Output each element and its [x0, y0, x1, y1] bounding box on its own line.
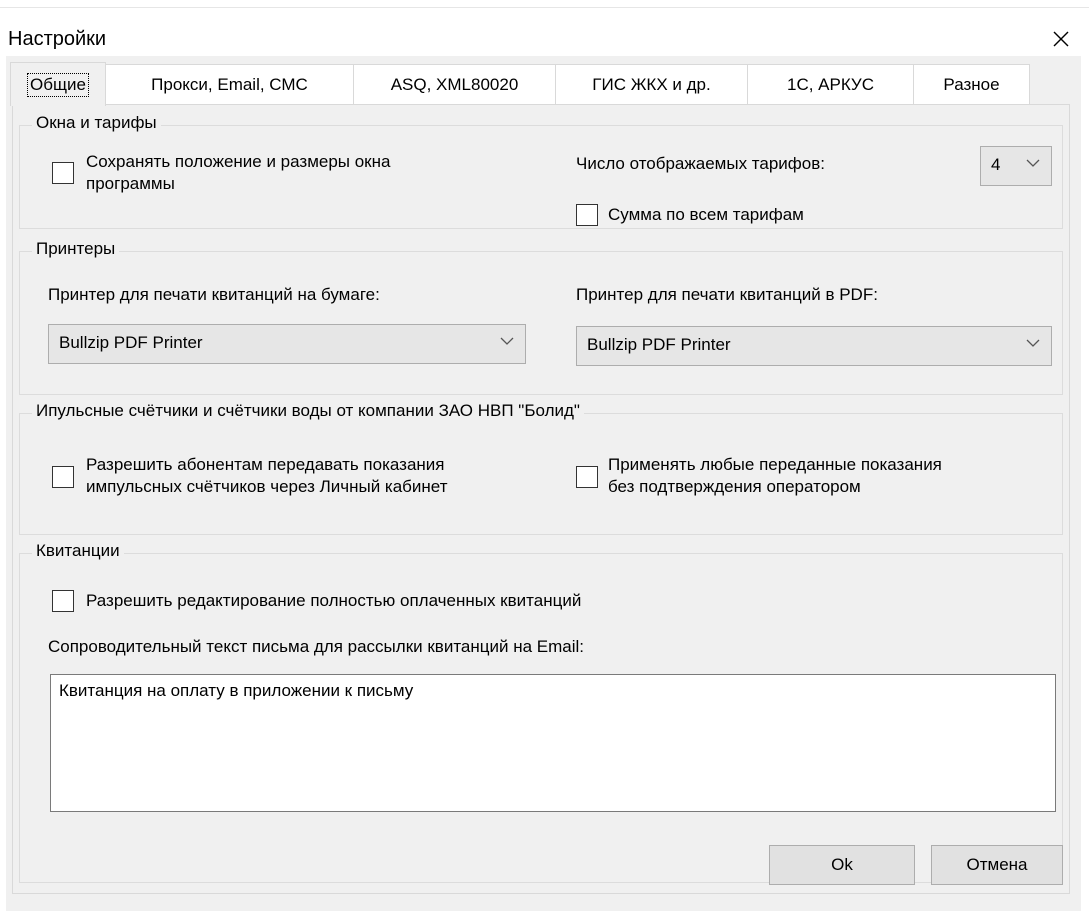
- tab-misc[interactable]: Разное: [914, 64, 1030, 104]
- tab-label: ASQ, XML80020: [390, 74, 519, 94]
- chevron-down-icon: [1026, 159, 1040, 167]
- tab-proxy-email-sms[interactable]: Прокси, Email, СМС: [106, 64, 354, 104]
- cover-text-value: Квитанция на оплату в приложении к письм…: [59, 681, 414, 700]
- tariffs-count-label: Число отображаемых тарифов:: [576, 154, 825, 173]
- tab-panel-general: Окна и тарифы Сохранять положение и разм…: [12, 104, 1070, 894]
- paper-printer-select[interactable]: Bullzip PDF Printer: [48, 324, 526, 364]
- allow-subscribers-label-line1: Разрешить абонентам передавать показания: [86, 455, 445, 474]
- group-receipts: Квитанции Разрешить редактирование полно…: [19, 541, 1063, 883]
- tab-1c-arkus[interactable]: 1С, АРКУС: [748, 64, 914, 104]
- tab-label: Разное: [943, 74, 1000, 94]
- window-title: Настройки: [8, 28, 107, 50]
- cancel-button[interactable]: Отмена: [931, 845, 1063, 885]
- ok-button-label: Ok: [831, 855, 853, 874]
- paper-printer-value: Bullzip PDF Printer: [59, 333, 203, 352]
- tariffs-count-select[interactable]: 4: [980, 146, 1052, 186]
- tab-label: Прокси, Email, СМС: [151, 74, 308, 94]
- edit-paid-receipts-checkbox[interactable]: [52, 590, 74, 612]
- apply-any-readings-label-line1: Применять любые переданные показания: [608, 455, 942, 474]
- pdf-printer-value: Bullzip PDF Printer: [587, 335, 731, 354]
- pdf-printer-label: Принтер для печати квитанций в PDF:: [576, 285, 878, 304]
- save-position-label-line2: программы: [86, 174, 175, 193]
- group-legend: Окна и тарифы: [32, 113, 161, 133]
- pdf-printer-select[interactable]: Bullzip PDF Printer: [576, 326, 1052, 366]
- title-bar: Настройки: [0, 8, 1089, 56]
- apply-any-readings-checkbox[interactable]: [576, 466, 598, 488]
- close-button[interactable]: [1041, 22, 1081, 56]
- tab-label: Общие: [27, 72, 89, 97]
- tab-general[interactable]: Общие: [10, 62, 106, 106]
- dialog-client-area: Общие Прокси, Email, СМС ASQ, XML80020 Г…: [6, 56, 1081, 911]
- apply-any-readings-label-line2: без подтверждения оператором: [608, 477, 861, 496]
- tab-label: ГИС ЖКХ и др.: [592, 74, 711, 94]
- group-legend: Ипульсные счётчики и счётчики воды от ко…: [32, 401, 584, 421]
- cover-text-label: Сопроводительный текст письма для рассыл…: [48, 637, 585, 656]
- cover-text-textarea[interactable]: Квитанция на оплату в приложении к письм…: [50, 674, 1056, 812]
- tab-gis-zhkh[interactable]: ГИС ЖКХ и др.: [556, 64, 748, 104]
- cancel-button-label: Отмена: [966, 855, 1028, 874]
- sum-all-tariffs-label: Сумма по всем тарифам: [608, 205, 804, 224]
- group-legend: Квитанции: [32, 541, 124, 561]
- save-position-checkbox[interactable]: [52, 162, 74, 184]
- tab-asq-xml[interactable]: ASQ, XML80020: [354, 64, 556, 104]
- chevron-down-icon: [1026, 339, 1040, 347]
- allow-subscribers-label-line2: импульсных счётчиков через Личный кабине…: [86, 477, 448, 496]
- group-windows-tariffs: Окна и тарифы Сохранять положение и разм…: [19, 113, 1063, 229]
- close-icon: [1053, 31, 1069, 47]
- allow-subscribers-checkbox[interactable]: [52, 466, 74, 488]
- tab-label: 1С, АРКУС: [786, 74, 875, 94]
- chevron-down-icon: [500, 337, 514, 345]
- edit-paid-receipts-label: Разрешить редактирование полностью оплач…: [86, 591, 582, 610]
- group-pulse-meters: Ипульсные счётчики и счётчики воды от ко…: [19, 401, 1063, 535]
- ok-button[interactable]: Ok: [769, 845, 915, 885]
- group-legend: Принтеры: [32, 239, 120, 259]
- tab-strip: Общие Прокси, Email, СМС ASQ, XML80020 Г…: [6, 62, 1081, 106]
- window-top-strip: [0, 0, 1089, 8]
- paper-printer-label: Принтер для печати квитанций на бумаге:: [48, 285, 380, 304]
- tariffs-count-value: 4: [991, 155, 1001, 174]
- group-printers: Принтеры Принтер для печати квитанций на…: [19, 239, 1063, 395]
- save-position-label-line1: Сохранять положение и размеры окна: [86, 152, 391, 171]
- sum-all-tariffs-checkbox[interactable]: [576, 204, 598, 226]
